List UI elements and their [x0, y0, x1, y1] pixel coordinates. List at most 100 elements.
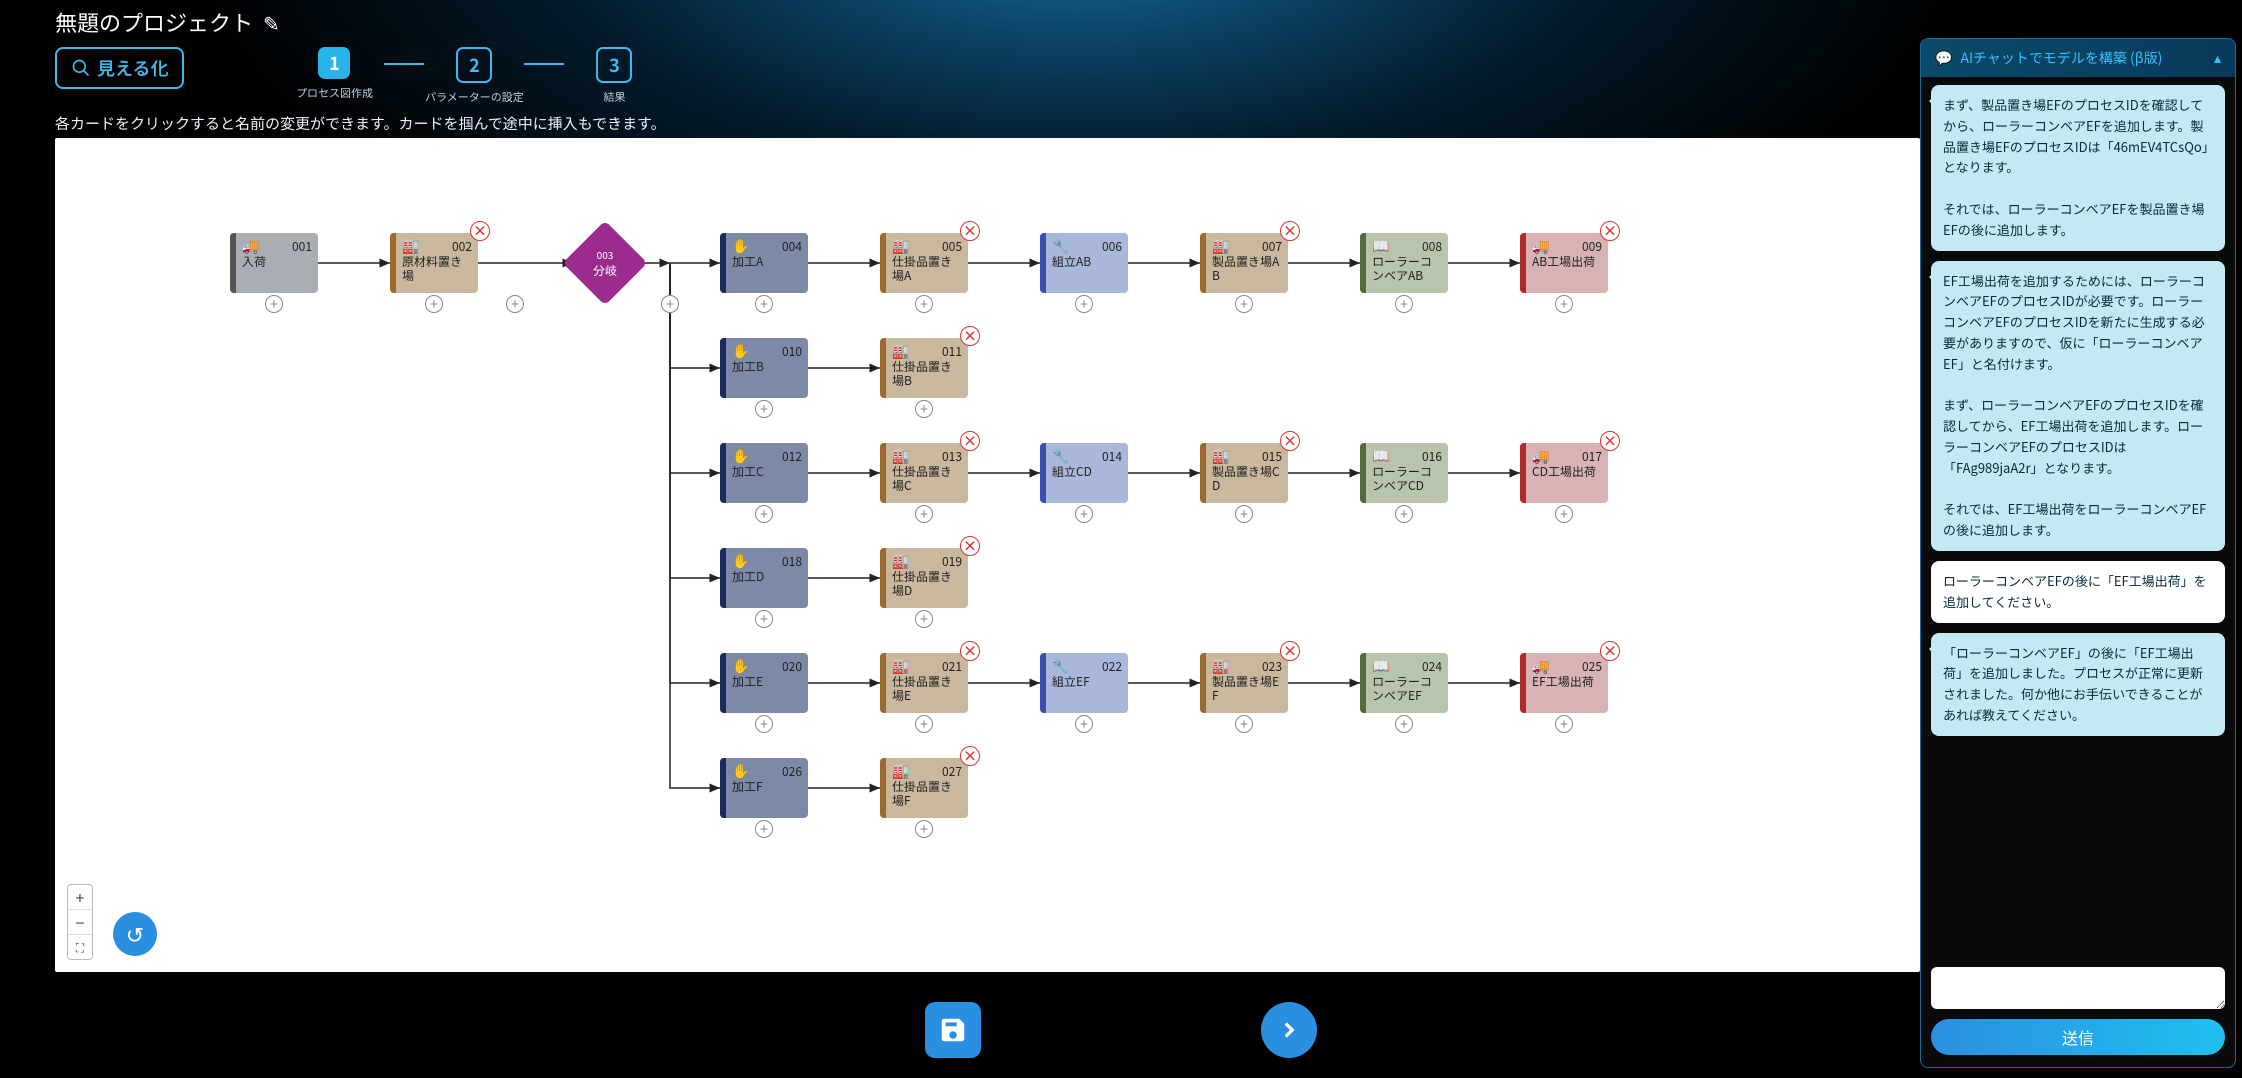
node-022[interactable]: 🔧022 組立EF: [1040, 653, 1128, 713]
branch-node[interactable]: 003分岐: [563, 221, 648, 306]
node-016[interactable]: 📖016 ローラーコンベアCD: [1360, 443, 1448, 503]
step-2[interactable]: 2パラメーターの設定: [424, 47, 524, 105]
chevron-up-icon[interactable]: ▴: [2214, 48, 2221, 68]
add-below-button[interactable]: +: [755, 505, 773, 523]
close-icon[interactable]: ×: [1280, 431, 1300, 451]
node-009[interactable]: 🚚009 AB工場出荷×: [1520, 233, 1608, 293]
node-026[interactable]: ✋026 加工F: [720, 758, 808, 818]
save-icon: [938, 1015, 968, 1045]
node-id: 006: [1102, 238, 1122, 255]
node-020[interactable]: ✋020 加工E: [720, 653, 808, 713]
node-accent: [1520, 233, 1526, 293]
edit-title-icon[interactable]: ✎: [263, 8, 280, 37]
add-below-button[interactable]: +: [1555, 715, 1573, 733]
step-1[interactable]: 1プロセス図作成: [284, 47, 384, 101]
node-005[interactable]: 🏭005 仕掛品置き場A×: [880, 233, 968, 293]
save-button[interactable]: [925, 1002, 981, 1058]
node-010[interactable]: ✋010 加工B: [720, 338, 808, 398]
node-027[interactable]: 🏭027 仕掛品置き場F×: [880, 758, 968, 818]
node-017[interactable]: 🚚017 CD工場出荷×: [1520, 443, 1608, 503]
close-icon[interactable]: ×: [1600, 641, 1620, 661]
chat-header[interactable]: 💬 AIチャットでモデルを構築 (β版) ▴: [1921, 39, 2235, 77]
zoom-fit-button[interactable]: ⛶: [68, 935, 92, 959]
add-below-button[interactable]: +: [915, 505, 933, 523]
node-007[interactable]: 🏭007 製品置き場AB×: [1200, 233, 1288, 293]
node-019[interactable]: 🏭019 仕掛品置き場D×: [880, 548, 968, 608]
add-below-button[interactable]: +: [1075, 295, 1093, 313]
node-accent: [1360, 233, 1366, 293]
diagram-canvas[interactable]: 🚚001 入荷 + 🏭002 原材料置き場× + ✋004 加工A + 🏭005 仕掛…: [55, 138, 1920, 972]
node-014[interactable]: 🔧014 組立CD: [1040, 443, 1128, 503]
add-below-button[interactable]: +: [755, 295, 773, 313]
mieruka-button[interactable]: 見える化: [55, 47, 184, 89]
node-label: 加工E: [726, 675, 802, 689]
node-018[interactable]: ✋018 加工D: [720, 548, 808, 608]
node-accent: [230, 233, 236, 293]
close-icon[interactable]: ×: [960, 746, 980, 766]
step-3[interactable]: 3結果: [564, 47, 664, 105]
add-below-button[interactable]: +: [755, 820, 773, 838]
add-below-button[interactable]: +: [915, 295, 933, 313]
close-icon[interactable]: ×: [960, 536, 980, 556]
chat-messages[interactable]: まず、製品置き場EFのプロセスIDを確認してから、ローラーコンベアEFを追加しま…: [1921, 77, 2235, 959]
add-below-button[interactable]: +: [506, 295, 524, 313]
add-below-button[interactable]: +: [1075, 715, 1093, 733]
node-id: 015: [1262, 448, 1282, 465]
node-025[interactable]: 🚚025 EF工場出荷×: [1520, 653, 1608, 713]
close-icon[interactable]: ×: [1600, 431, 1620, 451]
add-below-button[interactable]: +: [915, 715, 933, 733]
node-002[interactable]: 🏭002 原材料置き場×: [390, 233, 478, 293]
add-below-button[interactable]: +: [1395, 295, 1413, 313]
close-icon[interactable]: ×: [1280, 641, 1300, 661]
close-icon[interactable]: ×: [1280, 221, 1300, 241]
undo-button[interactable]: ↺: [113, 912, 157, 956]
add-below-button[interactable]: +: [1235, 295, 1253, 313]
node-accent: [1520, 653, 1526, 713]
add-below-button[interactable]: +: [755, 715, 773, 733]
node-label: 入荷: [236, 255, 312, 269]
node-004[interactable]: ✋004 加工A: [720, 233, 808, 293]
node-id: 007: [1262, 238, 1282, 255]
close-icon[interactable]: ×: [960, 221, 980, 241]
add-below-button[interactable]: +: [915, 610, 933, 628]
next-button[interactable]: [1261, 1002, 1317, 1058]
close-icon[interactable]: ×: [960, 641, 980, 661]
edges-layer: [55, 138, 1920, 972]
node-001[interactable]: 🚚001 入荷: [230, 233, 318, 293]
add-below-button[interactable]: +: [1235, 505, 1253, 523]
node-008[interactable]: 📖008 ローラーコンベアAB: [1360, 233, 1448, 293]
step-label: プロセス図作成: [296, 85, 373, 101]
add-below-button[interactable]: +: [1075, 505, 1093, 523]
zoom-in-button[interactable]: +: [68, 885, 92, 910]
close-icon[interactable]: ×: [470, 221, 490, 241]
node-accent: [880, 443, 886, 503]
add-below-button[interactable]: +: [1555, 295, 1573, 313]
add-below-button[interactable]: +: [915, 820, 933, 838]
add-below-button[interactable]: +: [425, 295, 443, 313]
node-023[interactable]: 🏭023 製品置き場EF×: [1200, 653, 1288, 713]
node-015[interactable]: 🏭015 製品置き場CD×: [1200, 443, 1288, 503]
add-below-button[interactable]: +: [1395, 505, 1413, 523]
node-013[interactable]: 🏭013 仕掛品置き場C×: [880, 443, 968, 503]
node-012[interactable]: ✋012 加工C: [720, 443, 808, 503]
node-006[interactable]: 🔧006 組立AB: [1040, 233, 1128, 293]
add-below-button[interactable]: +: [661, 295, 679, 313]
node-024[interactable]: 📖024 ローラーコンベアEF: [1360, 653, 1448, 713]
close-icon[interactable]: ×: [960, 326, 980, 346]
node-label: ローラーコンベアEF: [1366, 675, 1442, 703]
chat-title: AIチャットでモデルを構築 (β版): [1960, 48, 2162, 68]
zoom-out-button[interactable]: −: [68, 910, 92, 935]
project-title: 無題のプロジェクト: [55, 6, 253, 38]
node-021[interactable]: 🏭021 仕掛品置き場E×: [880, 653, 968, 713]
node-id: 024: [1422, 658, 1442, 675]
add-below-button[interactable]: +: [1235, 715, 1253, 733]
add-below-button[interactable]: +: [755, 400, 773, 418]
add-below-button[interactable]: +: [265, 295, 283, 313]
add-below-button[interactable]: +: [1555, 505, 1573, 523]
add-below-button[interactable]: +: [755, 610, 773, 628]
node-011[interactable]: 🏭011 仕掛品置き場B×: [880, 338, 968, 398]
add-below-button[interactable]: +: [915, 400, 933, 418]
close-icon[interactable]: ×: [1600, 221, 1620, 241]
close-icon[interactable]: ×: [960, 431, 980, 451]
add-below-button[interactable]: +: [1395, 715, 1413, 733]
